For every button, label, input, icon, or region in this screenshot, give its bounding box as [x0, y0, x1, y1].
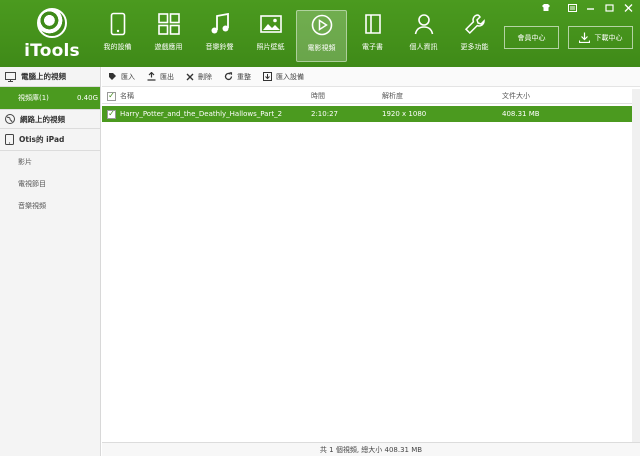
- nav-games-apps[interactable]: 遊戲應用: [143, 10, 194, 62]
- column-header-size[interactable]: 文件大小: [502, 91, 622, 101]
- main-nav: 我的設備 遊戲應用 音樂鈴聲 照片壁紙 電影視頻 電子書 個人資訊 更多功能: [92, 10, 500, 62]
- nav-label: 遊戲應用: [154, 43, 183, 51]
- action-toolbar: 匯入 匯出 刪除 重整 匯入設備: [102, 67, 640, 87]
- book-icon: [347, 10, 398, 38]
- app-header: iTools 我的設備 遊戲應用 音樂鈴聲 照片壁紙 電影視頻 電子書 個人資訊…: [0, 0, 640, 67]
- maximize-icon[interactable]: [603, 2, 615, 13]
- device-icon: [92, 10, 143, 38]
- table-row[interactable]: ✓ Harry_Potter_and_the_Deathly_Hallows_P…: [102, 106, 632, 122]
- nav-label: 我的設備: [103, 43, 132, 51]
- member-center-label: 會員中心: [517, 33, 546, 42]
- export-button[interactable]: 匯出: [147, 67, 174, 87]
- nav-more-tools[interactable]: 更多功能: [449, 10, 500, 62]
- minimize-icon[interactable]: [584, 2, 596, 13]
- sidebar-item-tv-shows[interactable]: 電視節目: [0, 173, 100, 195]
- nav-label: 音樂鈴聲: [205, 43, 234, 51]
- import-icon: [109, 73, 116, 80]
- delete-button[interactable]: 刪除: [186, 67, 212, 87]
- export-label: 匯出: [160, 72, 174, 81]
- nav-label: 電子書: [362, 43, 383, 51]
- nav-label: 電影視頻: [307, 44, 336, 52]
- sidebar-item-music-videos[interactable]: 音樂視頻: [0, 195, 100, 217]
- cell-size: 408.31 MB: [502, 110, 540, 118]
- status-bar: 共 1 個視頻, 總大小 408.31 MB: [102, 442, 640, 456]
- nav-label: 照片壁紙: [256, 43, 285, 51]
- import-button[interactable]: 匯入: [108, 67, 135, 87]
- skin-icon[interactable]: [540, 2, 552, 13]
- nav-videos[interactable]: 電影視頻: [296, 10, 347, 62]
- video-icon: [297, 11, 346, 39]
- nav-music[interactable]: 音樂鈴聲: [194, 10, 245, 62]
- sidebar-section-online[interactable]: 網路上的視頻: [0, 109, 100, 129]
- column-header-name[interactable]: 名稱: [120, 91, 311, 101]
- nav-photos[interactable]: 照片壁紙: [245, 10, 296, 62]
- sidebar-section-label: 電腦上的視頻: [21, 72, 66, 81]
- download-icon: [578, 32, 590, 43]
- nav-label: 更多功能: [460, 43, 489, 51]
- apps-icon: [143, 10, 194, 38]
- sidebar: 電腦上的視頻 視頻庫(1) 0.40G 網路上的視頻 Otis的 iPad 影片…: [0, 67, 101, 456]
- photo-icon: [245, 10, 296, 38]
- sidebar-section-label: Otis的 iPad: [19, 135, 65, 144]
- globe-icon: [5, 114, 15, 124]
- sidebar-item-video-library[interactable]: 視頻庫(1) 0.40G: [0, 87, 100, 109]
- sidebar-item-label: 視頻庫(1): [18, 94, 49, 102]
- tablet-icon: [5, 134, 14, 145]
- sidebar-section-device[interactable]: Otis的 iPad: [0, 129, 100, 151]
- import-device-label: 匯入設備: [276, 72, 304, 81]
- refresh-icon: [224, 72, 233, 81]
- cell-name: Harry_Potter_and_the_Deathly_Hallows_Par…: [120, 110, 283, 118]
- cell-resolution: 1920 x 1080: [382, 110, 427, 118]
- refresh-button[interactable]: 重整: [224, 67, 251, 87]
- import-to-device-button[interactable]: 匯入設備: [263, 67, 304, 87]
- sidebar-section-label: 網路上的視頻: [20, 114, 65, 124]
- sidebar-item-label: 電視節目: [18, 180, 46, 188]
- close-icon[interactable]: [622, 2, 634, 13]
- nav-ebooks[interactable]: 電子書: [347, 10, 398, 62]
- status-text: 共 1 個視頻, 總大小 408.31 MB: [319, 445, 423, 454]
- sidebar-item-label: 影片: [18, 158, 32, 166]
- download-center-label: 下載中心: [594, 33, 623, 42]
- column-header-resolution[interactable]: 解析度: [382, 91, 502, 101]
- export-icon: [147, 72, 156, 81]
- app-logo[interactable]: iTools: [22, 8, 82, 66]
- nav-label: 個人資訊: [409, 43, 438, 51]
- sidebar-item-movies[interactable]: 影片: [0, 151, 100, 173]
- row-checkbox[interactable]: ✓: [107, 109, 116, 119]
- delete-label: 刪除: [198, 72, 212, 81]
- column-header-time[interactable]: 時間: [311, 91, 382, 101]
- tools-icon: [449, 10, 500, 38]
- nav-my-device[interactable]: 我的設備: [92, 10, 143, 62]
- person-icon: [398, 10, 449, 38]
- import-device-icon: [263, 72, 272, 81]
- table-header: ✓ 名稱 時間 解析度 文件大小: [102, 89, 632, 104]
- sidebar-item-label: 音樂視頻: [18, 202, 46, 210]
- itools-logo-icon: [37, 8, 67, 38]
- nav-personal-info[interactable]: 個人資訊: [398, 10, 449, 62]
- app-name: iTools: [24, 41, 80, 61]
- member-center-button[interactable]: 會員中心: [504, 26, 559, 49]
- delete-icon: [186, 73, 194, 80]
- sidebar-section-pc[interactable]: 電腦上的視頻: [0, 67, 100, 87]
- download-center-button[interactable]: 下載中心: [568, 26, 633, 49]
- import-label: 匯入: [121, 72, 135, 81]
- refresh-label: 重整: [237, 72, 251, 81]
- vertical-scrollbar[interactable]: [632, 89, 640, 442]
- cell-time: 2:10:27: [311, 110, 338, 118]
- monitor-icon: [5, 71, 16, 82]
- sidebar-item-size: 0.40G: [76, 94, 98, 102]
- music-icon: [194, 10, 245, 38]
- select-all-checkbox[interactable]: ✓: [107, 91, 116, 101]
- menu-icon[interactable]: [566, 2, 578, 13]
